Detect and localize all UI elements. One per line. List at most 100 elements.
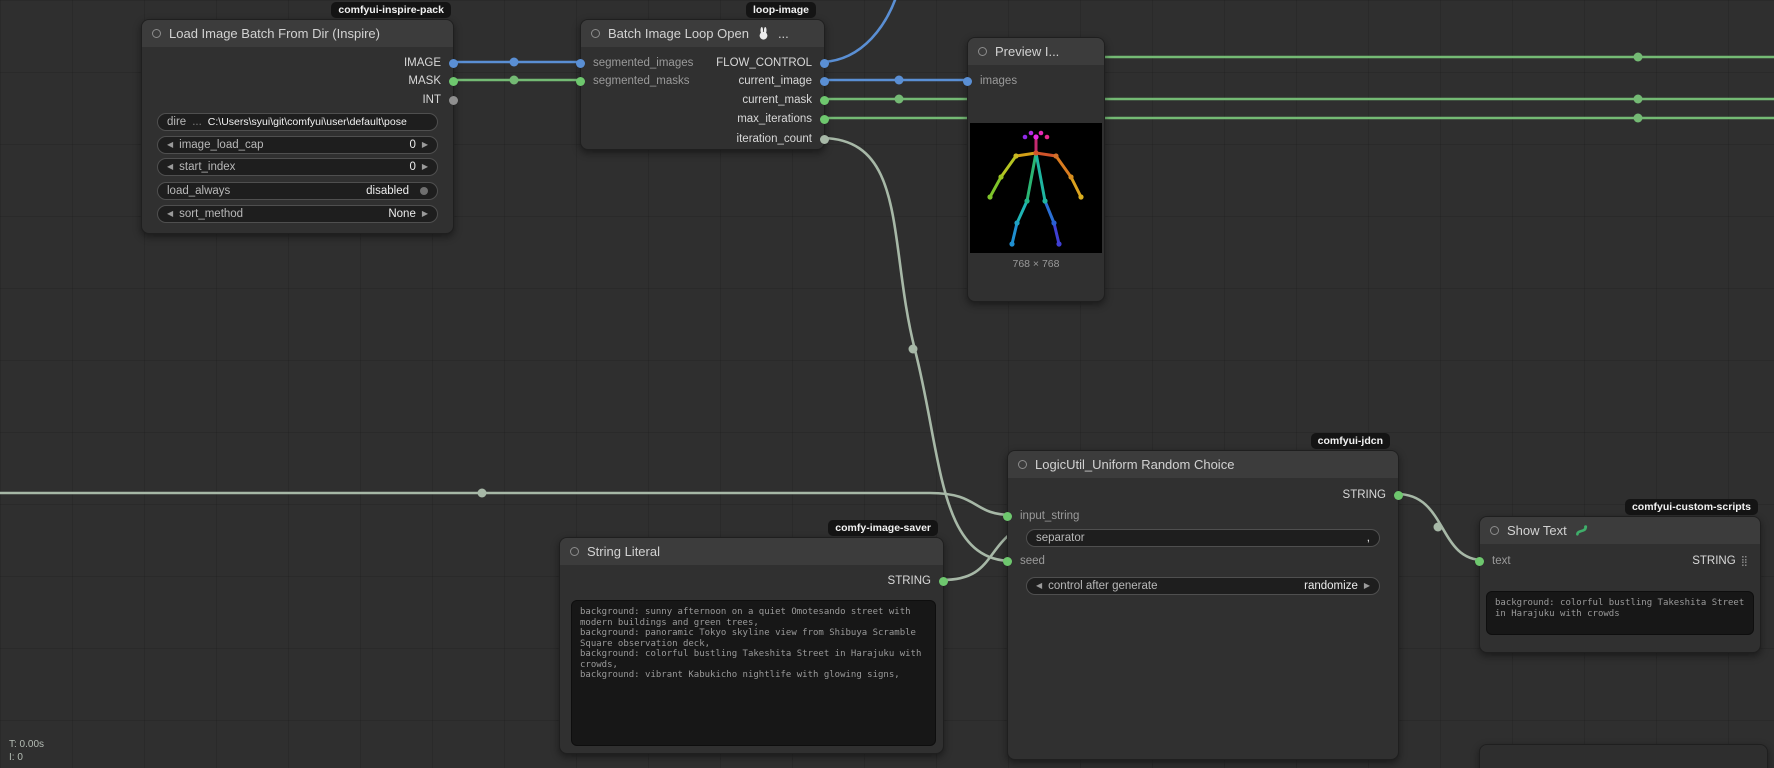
output-row: STRING <box>1008 486 1398 504</box>
increment-icon[interactable] <box>422 163 428 171</box>
next-option-icon[interactable] <box>1364 582 1370 590</box>
separator-widget[interactable]: separator , <box>1026 529 1380 547</box>
start-index-widget[interactable]: start_index 0 <box>157 158 438 176</box>
status-time: T: 0.00s <box>9 739 44 750</box>
output-slot-string[interactable] <box>939 577 948 586</box>
link-dot[interactable] <box>510 58 519 67</box>
toggle-knob-icon[interactable] <box>420 187 428 195</box>
collapse-dot-icon[interactable] <box>978 47 987 56</box>
pose-preview-image[interactable] <box>970 123 1102 253</box>
link-dot[interactable] <box>895 76 904 85</box>
directory-widget[interactable]: dire ... C:\Users\syui\git\comfyui\user\… <box>157 113 438 131</box>
output-slot-image[interactable] <box>449 59 458 68</box>
node-badge: comfyui-jdcn <box>1311 433 1390 449</box>
image-load-cap-widget[interactable]: image_load_cap 0 <box>157 136 438 154</box>
show-text-display[interactable]: background: colorful bustling Takeshita … <box>1486 591 1754 635</box>
node-preview-image[interactable]: Preview I... images <box>967 37 1105 302</box>
output-slot-current-image[interactable] <box>820 77 829 86</box>
node-title-bar[interactable]: Preview I... <box>968 38 1104 65</box>
resolution-label: 768 × 768 <box>968 258 1104 270</box>
status-iterations: I: 0 <box>9 752 23 763</box>
node-title-bar[interactable]: String Literal <box>560 538 943 565</box>
output-label: FLOW_CONTROL <box>716 57 812 69</box>
decrement-icon[interactable] <box>167 141 173 149</box>
decrement-icon[interactable] <box>167 163 173 171</box>
node-badge: loop-image <box>746 2 816 18</box>
node-title-bar[interactable]: Show Text <box>1480 517 1760 544</box>
link-dot[interactable] <box>895 95 904 104</box>
next-option-icon[interactable] <box>422 210 428 218</box>
input-slot-images[interactable] <box>963 77 972 86</box>
load-always-toggle[interactable]: load_always disabled <box>157 182 438 200</box>
output-slot-iteration-count[interactable] <box>820 135 829 144</box>
node-string-literal[interactable]: comfy-image-saver String Literal STRING … <box>559 537 944 754</box>
link-dot[interactable] <box>1634 95 1643 104</box>
output-label: current_mask <box>742 94 812 106</box>
link-dot[interactable] <box>510 76 519 85</box>
widget-label: sort_method <box>179 208 243 220</box>
node-title-bar[interactable] <box>1480 745 1767 768</box>
sort-method-widget[interactable]: sort_method None <box>157 205 438 223</box>
node-logicutil-random-choice[interactable]: comfyui-jdcn LogicUtil_Uniform Random Ch… <box>1007 450 1399 760</box>
slot-row: segmented_images FLOW_CONTROL <box>581 54 824 72</box>
link-dot[interactable] <box>909 345 918 354</box>
node-load-image-batch[interactable]: comfyui-inspire-pack Load Image Batch Fr… <box>141 19 454 234</box>
output-slot-int[interactable] <box>449 96 458 105</box>
node-title-bar[interactable]: Batch Image Loop Open ... <box>581 20 824 47</box>
widget-value: disabled <box>366 185 409 197</box>
node-title: Batch Image Loop Open <box>608 26 749 41</box>
output-slot-mask[interactable] <box>449 77 458 86</box>
node-title-bar[interactable]: LogicUtil_Uniform Random Choice <box>1008 451 1398 478</box>
openpose-skeleton <box>970 123 1102 253</box>
collapse-dot-icon[interactable] <box>152 29 161 38</box>
output-slot-current-mask[interactable] <box>820 96 829 105</box>
input-slot-segmented-masks[interactable] <box>576 77 585 86</box>
node-title-bar[interactable]: Load Image Batch From Dir (Inspire) <box>142 20 453 47</box>
output-row: INT <box>142 91 453 109</box>
input-label: segmented_images <box>593 57 693 69</box>
grip-dots-icon[interactable] <box>1741 556 1748 567</box>
input-slot-segmented-images[interactable] <box>576 59 585 68</box>
slot-row: segmented_masks current_image <box>581 72 824 90</box>
increment-icon[interactable] <box>422 141 428 149</box>
widget-label: start_index <box>179 161 235 173</box>
node-batch-image-loop[interactable]: loop-image Batch Image Loop Open ... seg… <box>580 19 825 150</box>
collapse-dot-icon[interactable] <box>591 29 600 38</box>
output-label: STRING <box>888 575 931 587</box>
node-show-text[interactable]: comfyui-custom-scripts Show Text text ST… <box>1479 516 1761 653</box>
link-dot[interactable] <box>478 489 487 498</box>
output-slot-flow-control[interactable] <box>820 59 829 68</box>
prev-option-icon[interactable] <box>167 210 173 218</box>
slot-row: images <box>968 72 1104 90</box>
input-slot-input-string[interactable] <box>1003 512 1012 521</box>
output-row: max_iterations <box>581 110 824 128</box>
output-label: STRING <box>1692 555 1735 567</box>
output-label: STRING <box>1343 489 1386 501</box>
prev-option-icon[interactable] <box>1036 582 1042 590</box>
collapse-dot-icon[interactable] <box>570 547 579 556</box>
node-badge: comfyui-inspire-pack <box>331 2 451 18</box>
link-dot[interactable] <box>1434 523 1443 532</box>
slot-row: input_string <box>1008 507 1398 525</box>
widget-value: randomize <box>1304 580 1358 592</box>
link-dot[interactable] <box>1634 53 1643 62</box>
output-label: IMAGE <box>404 57 441 69</box>
output-row: iteration_count <box>581 130 824 148</box>
collapse-dot-icon[interactable] <box>1018 460 1027 469</box>
node-title: Show Text <box>1507 523 1567 538</box>
string-textarea[interactable]: background: sunny afternoon on a quiet O… <box>571 600 936 746</box>
link-dot[interactable] <box>1634 114 1643 123</box>
snake-icon <box>1575 524 1588 537</box>
collapse-dot-icon[interactable] <box>1490 526 1499 535</box>
output-slot-string[interactable] <box>1394 491 1403 500</box>
widget-label: separator <box>1036 532 1085 544</box>
widget-value: None <box>388 208 416 220</box>
partial-node[interactable] <box>1479 744 1768 768</box>
output-slot-max-iterations[interactable] <box>820 115 829 124</box>
control-after-generate-widget[interactable]: control after generate randomize <box>1026 577 1380 595</box>
widget-label: control after generate <box>1048 580 1157 592</box>
widget-label: image_load_cap <box>179 139 263 151</box>
input-slot-seed[interactable] <box>1003 557 1012 566</box>
slot-row: seed <box>1008 552 1398 570</box>
input-slot-text[interactable] <box>1475 557 1484 566</box>
